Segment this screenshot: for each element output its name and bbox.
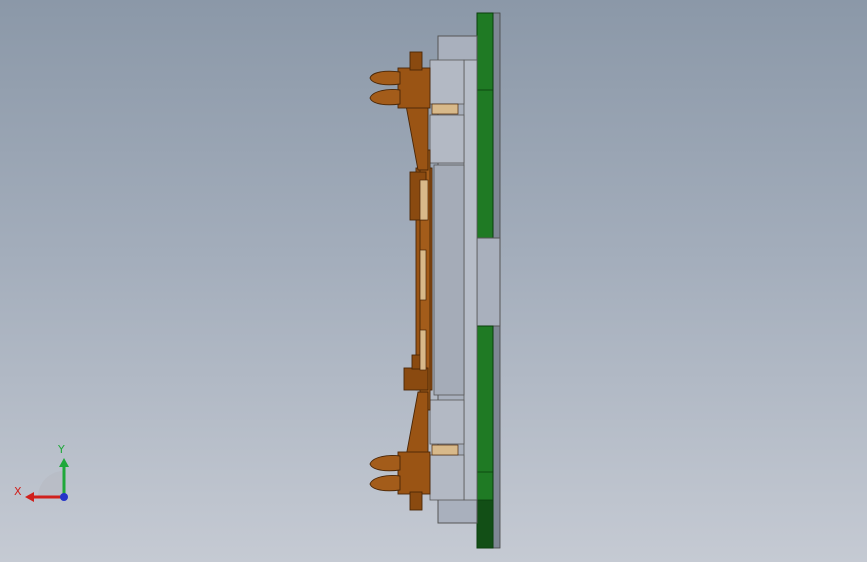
coordinate-triad: Y X	[10, 440, 80, 510]
graphics-viewport[interactable]: Y X	[0, 0, 867, 562]
fixture-model-side-view[interactable]	[0, 0, 867, 562]
triad-graphic	[25, 458, 69, 502]
base-plate-middle-block	[476, 237, 501, 327]
triad-x-label: X	[14, 485, 22, 498]
triad-y-label: Y	[58, 443, 65, 456]
base-plate-upper	[476, 12, 494, 239]
z-axis-icon	[60, 493, 68, 501]
